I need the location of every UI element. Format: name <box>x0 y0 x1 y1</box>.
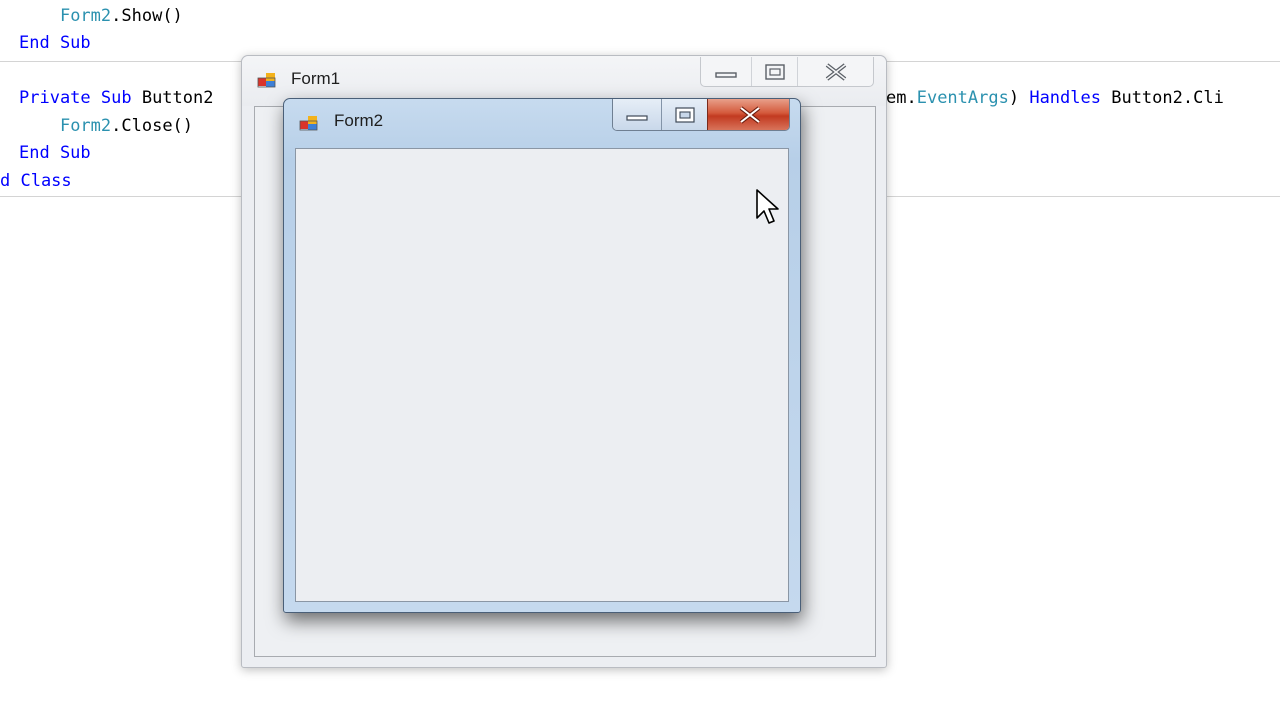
form1-minimize-button[interactable] <box>701 57 751 86</box>
form2-maximize-button[interactable] <box>661 99 707 130</box>
code-token: End Sub <box>19 143 91 163</box>
code-token: Button2 <box>131 88 214 108</box>
close-icon <box>825 62 846 81</box>
code-token: End Sub <box>19 33 91 53</box>
code-line-4: Form2.Close() <box>19 115 193 137</box>
code-line-1: Form2.Show() <box>19 5 183 27</box>
code-token: .Show() <box>111 6 183 26</box>
maximize-icon <box>674 106 695 123</box>
code-token: .Close() <box>111 116 194 136</box>
form1-close-button[interactable] <box>797 57 873 86</box>
code-line-2: End Sub <box>19 32 91 54</box>
form2-window[interactable]: Form2 <box>283 98 801 613</box>
code-line-6: d Class <box>0 170 72 192</box>
form2-caption-buttons <box>612 99 790 131</box>
app-window-icon <box>299 116 318 131</box>
code-token: d Class <box>0 171 72 191</box>
code-token: Handles <box>1029 88 1101 108</box>
minimize-icon <box>626 114 648 121</box>
maximize-icon <box>764 63 785 80</box>
code-line-5: End Sub <box>19 142 91 164</box>
code-line-3: Private Sub Button2 <box>19 87 213 109</box>
code-line-3-tail: em.EventArgs) Handles Button2.Cli <box>886 87 1224 109</box>
form1-title: Form1 <box>291 69 341 88</box>
form2-client-area[interactable] <box>295 148 789 602</box>
form2-title: Form2 <box>334 111 384 130</box>
code-token: ) <box>1008 88 1030 108</box>
app-window-icon <box>257 73 276 88</box>
form1-caption-buttons <box>700 57 874 87</box>
close-icon <box>739 105 760 124</box>
form2-titlebar[interactable]: Form2 <box>284 99 800 148</box>
code-token: EventArgs <box>916 88 1009 108</box>
arrow-cursor-icon <box>756 189 779 224</box>
code-token: Form2 <box>59 116 112 136</box>
code-token: em. <box>886 88 917 108</box>
form2-minimize-button[interactable] <box>613 99 661 130</box>
form2-close-button[interactable] <box>707 99 789 130</box>
code-token: Private Sub <box>19 88 132 108</box>
code-token: Button2.Cli <box>1100 88 1224 108</box>
code-token: Form2 <box>59 6 112 26</box>
minimize-icon <box>715 71 737 78</box>
form1-maximize-button[interactable] <box>751 57 797 86</box>
